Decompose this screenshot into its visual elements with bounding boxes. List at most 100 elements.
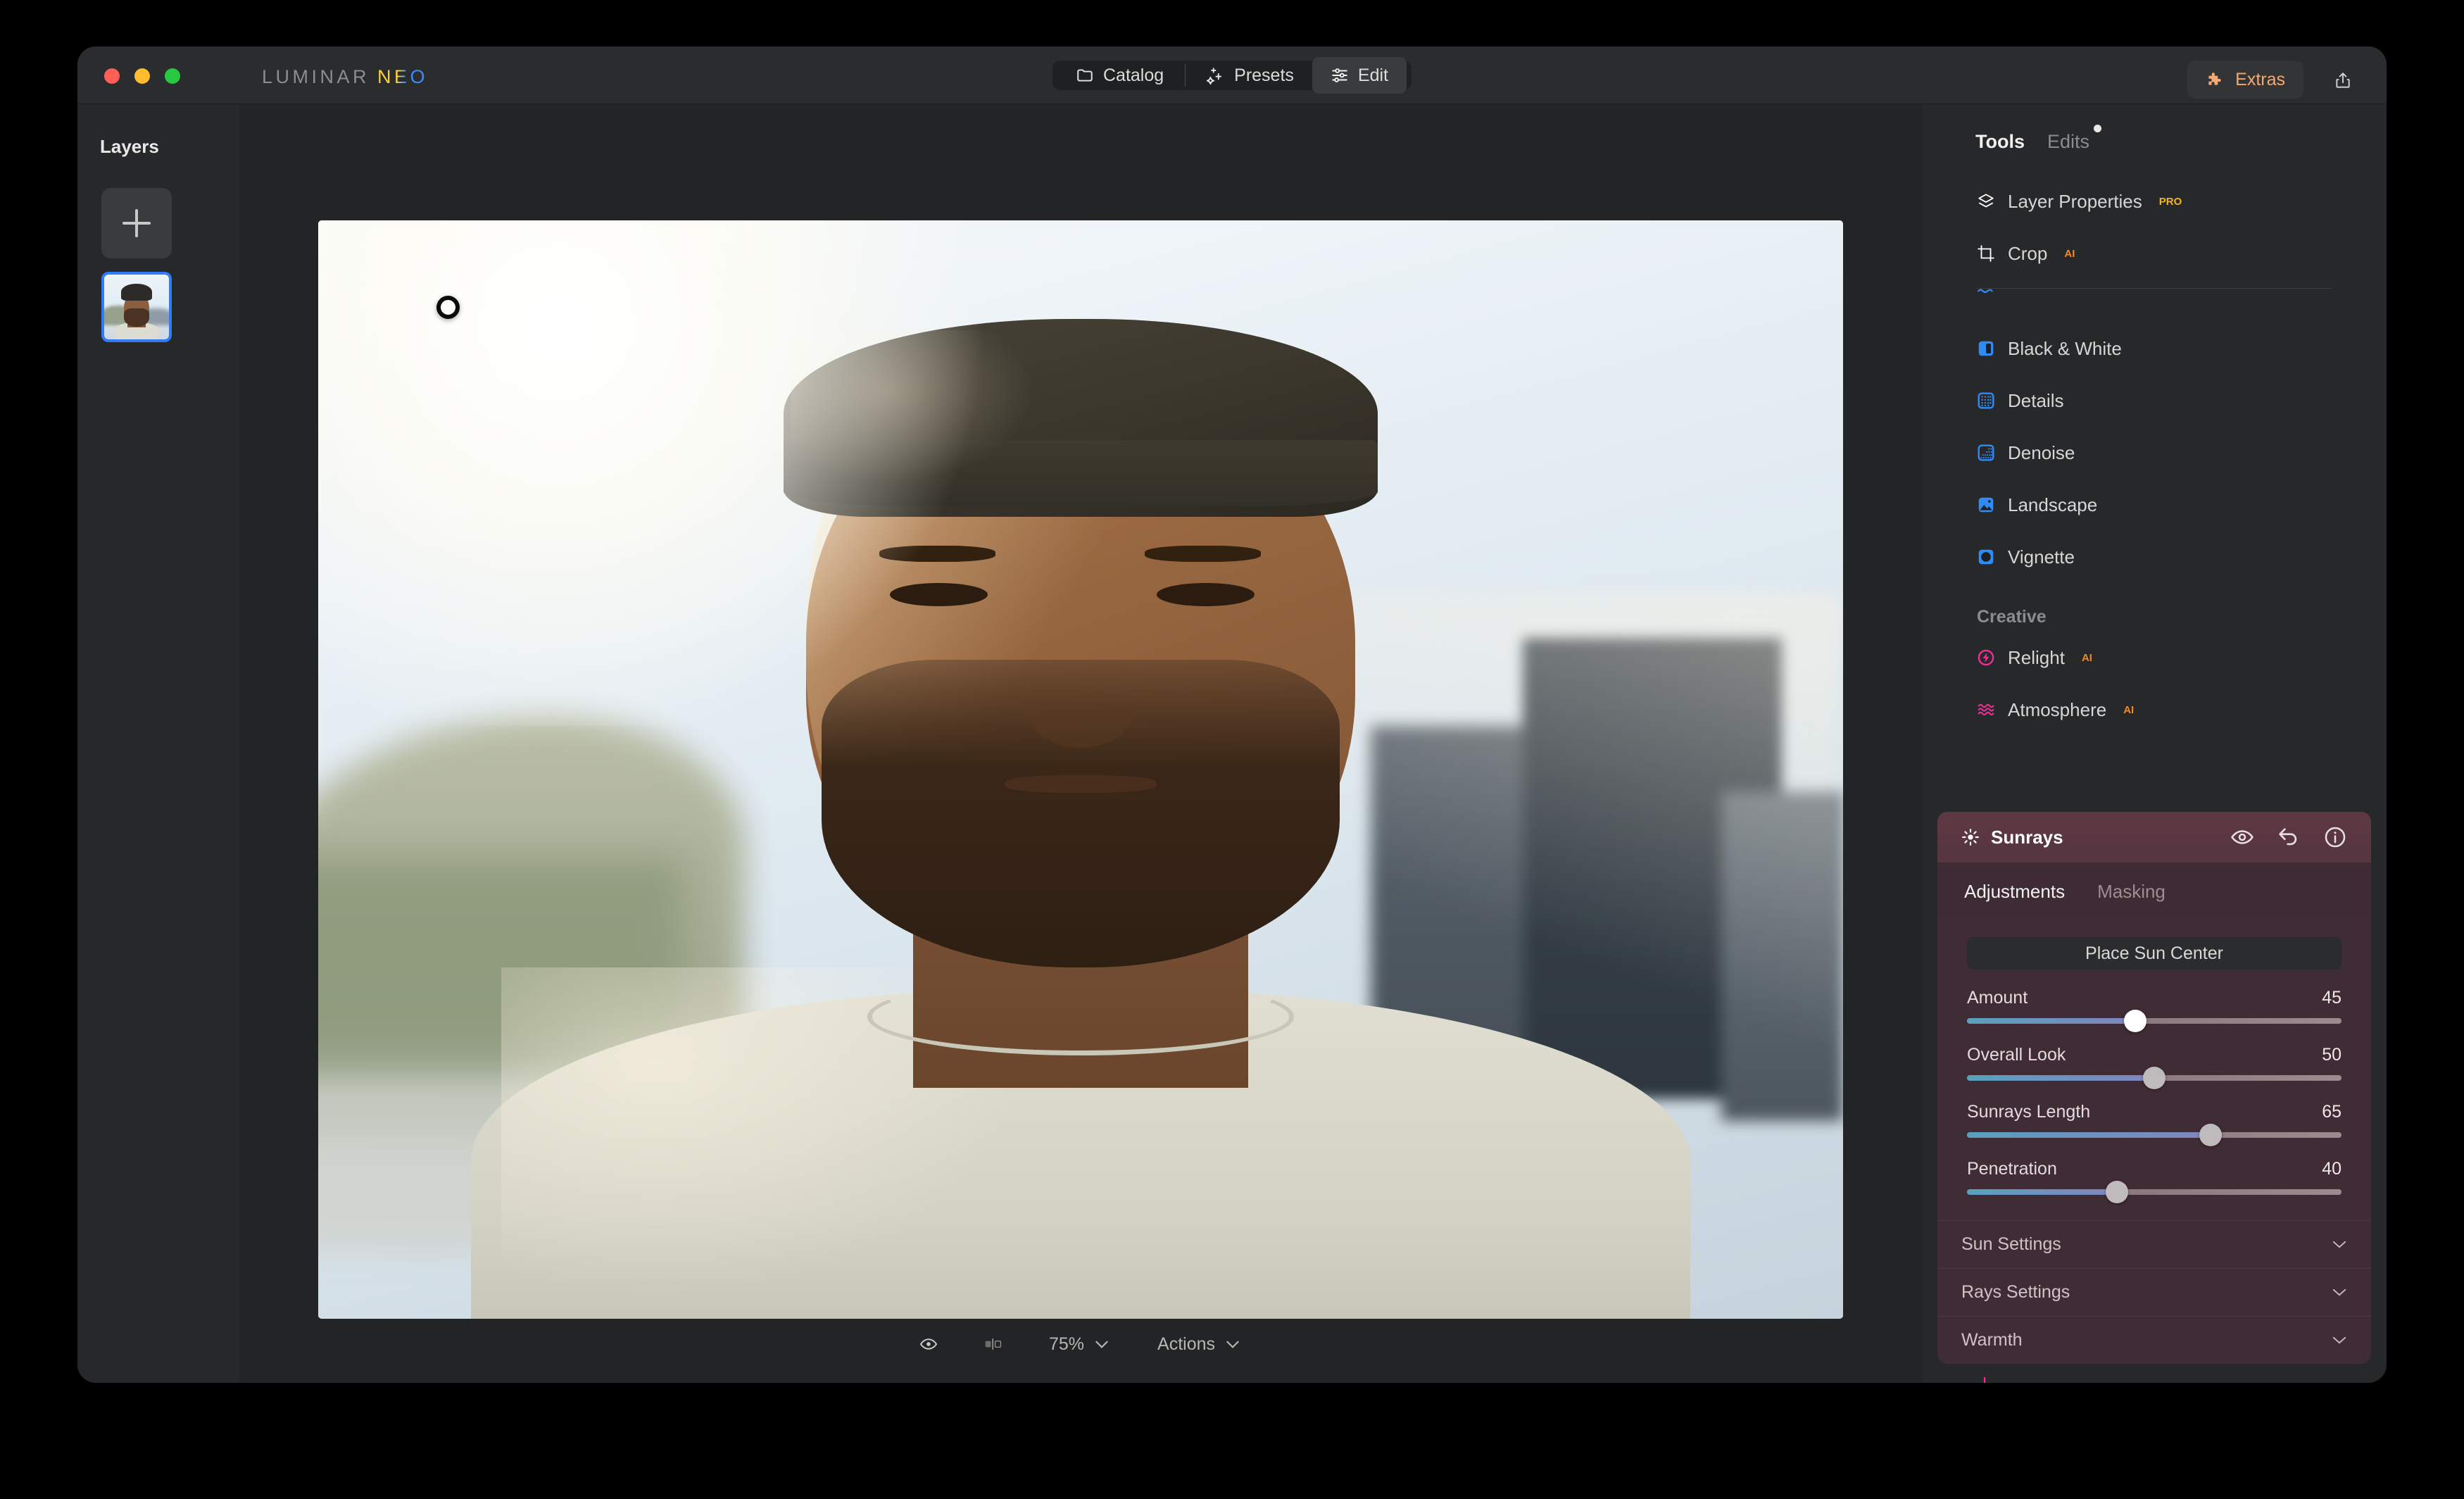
tab-tools-label: Tools [1975,131,2025,152]
slider-value: 50 [2322,1045,2342,1065]
tab-adjustments[interactable]: Adjustments [1964,881,2065,903]
actions-dropdown[interactable]: Actions [1157,1334,1242,1355]
window-controls [104,68,180,84]
close-button[interactable] [104,68,120,84]
canvas-area: 75% Actions [239,104,1922,1383]
slider-knob[interactable] [2143,1067,2166,1089]
tool-item-denoise[interactable]: Denoise [1922,427,2387,479]
tab-masking[interactable]: Masking [2097,881,2166,903]
tool-item-layer-properties[interactable]: Layer Properties PRO [1922,175,2387,227]
preview-toggle-button[interactable] [919,1335,938,1353]
mode-divider [1185,64,1186,87]
details-icon [1978,392,1994,409]
maximize-button[interactable] [165,68,180,84]
puzzle-icon [2208,73,2221,85]
folder-icon [1077,69,1093,82]
photo-mouth [1004,774,1157,793]
tool-item-partially-scrolled[interactable] [1922,289,2387,304]
photo-eye-right [1157,582,1255,606]
layers-icon [1978,194,1994,208]
minimize-button[interactable] [134,68,150,84]
tool-badge-pro: PRO [2158,195,2182,208]
slider-track[interactable] [1967,1067,2342,1089]
add-layer-button[interactable] [101,188,172,258]
slider-sunrays-length: Sunrays Length 65 [1967,1102,2342,1146]
layer-thumbnail[interactable] [101,272,172,342]
tab-edit[interactable]: Edit [1312,57,1407,94]
tab-masking-label: Masking [2097,880,2166,902]
tool-label: Vignette [2008,546,2075,567]
info-icon[interactable] [2323,825,2347,849]
photo-nose [1027,670,1134,748]
sunrays-collapsed-sections: Sun Settings Rays Settings Warmth [1937,1220,2371,1364]
denoise-icon [1978,444,1994,461]
section-label: Rays Settings [1961,1282,2070,1302]
zoom-level-label: 75% [1048,1334,1085,1354]
section-label: Warmth [1961,1330,2023,1350]
chevron-down-icon [1226,1341,1239,1348]
tab-edits[interactable]: Edits [2047,125,2102,153]
sunrays-title-group: Sunrays [1961,827,2063,848]
tool-item-cutoff-below-fold[interactable] [1937,1377,2371,1383]
tab-edits-label: Edits [2047,131,2090,152]
slider-label: Overall Look [1967,1045,2066,1065]
compare-split-button[interactable] [984,1335,1002,1353]
sunrays-adjustments-body: Place Sun Center Amount 45 Overall Look [1937,920,2371,1220]
slider-track[interactable] [1967,1124,2342,1146]
section-rays-settings[interactable]: Rays Settings [1937,1268,2371,1316]
tool-item-landscape[interactable]: Landscape [1922,479,2387,531]
eye-icon[interactable] [2230,825,2254,849]
tool-item-details[interactable]: Details [1922,375,2387,427]
slider-track[interactable] [1967,1181,2342,1203]
creative-tool-icon [1983,1377,1986,1383]
slider-knob[interactable] [2105,1181,2128,1203]
tool-item-relight[interactable]: Relight AI [1922,632,2387,684]
section-sun-settings[interactable]: Sun Settings [1937,1220,2371,1268]
section-warmth[interactable]: Warmth [1937,1316,2371,1364]
slider-label: Amount [1967,988,2028,1008]
slider-label: Sunrays Length [1967,1102,2091,1122]
slider-knob[interactable] [2199,1124,2222,1146]
tool-item-atmosphere[interactable]: Atmosphere AI [1922,684,2387,736]
tab-presets[interactable]: Presets [1188,57,1312,94]
undo-icon[interactable] [2277,825,2301,849]
photo-canvas[interactable] [318,220,1843,1319]
tab-tools[interactable]: Tools [1975,131,2025,153]
sunrays-tool-panel: Sunrays Adjustments Masking Place Sun Ce… [1937,812,2371,1364]
slider-value: 65 [2322,1102,2342,1122]
layer-thumbnail-image [104,275,169,339]
sun-center-marker[interactable] [436,296,460,319]
compare-split-icon [985,1338,1002,1350]
extras-button[interactable]: Extras [2187,61,2303,99]
sunrays-header: Sunrays [1937,812,2371,863]
crop-icon [1978,245,1994,262]
place-sun-center-label: Place Sun Center [2085,943,2223,963]
logo-neo: NEO [377,66,429,87]
app-logo: LUMINAR NEO [262,66,428,88]
logo-luminar: LUMINAR [262,66,370,87]
slider-fill [1967,1075,2154,1081]
place-sun-center-button[interactable]: Place Sun Center [1967,937,2342,970]
share-button[interactable] [2326,63,2360,97]
group-label-creative: Creative [1977,607,2047,627]
slider-knob[interactable] [2124,1010,2147,1032]
relight-icon [1978,649,1994,666]
zoom-level-dropdown[interactable]: 75% [1049,1334,1111,1355]
tool-item-vignette[interactable]: Vignette [1922,531,2387,583]
tab-catalog[interactable]: Catalog [1057,57,1182,94]
tool-badge-ai: AI [2064,247,2075,260]
tool-item-black-and-white[interactable]: Black & White [1922,322,2387,375]
tab-edit-label: Edit [1357,65,1389,85]
sun-icon [1962,829,1979,846]
tools-panel-tabs: Tools Edits [1922,104,2387,153]
tool-label: Black & White [2008,337,2122,359]
tool-badge-ai: AI [2081,651,2092,664]
chevron-down-icon [2332,1288,2346,1296]
tools-panel: Tools Edits Layer Properties PRO Crop AI… [1922,104,2387,1383]
tool-label: Relight [2008,646,2065,668]
chevron-down-icon [2332,1336,2346,1344]
tool-item-crop[interactable]: Crop AI [1922,227,2387,280]
slider-track[interactable] [1967,1010,2342,1032]
tool-badge-ai: AI [2123,703,2135,716]
titlebar: LUMINAR NEO Catalog Presets Edit Extras [77,46,2387,104]
